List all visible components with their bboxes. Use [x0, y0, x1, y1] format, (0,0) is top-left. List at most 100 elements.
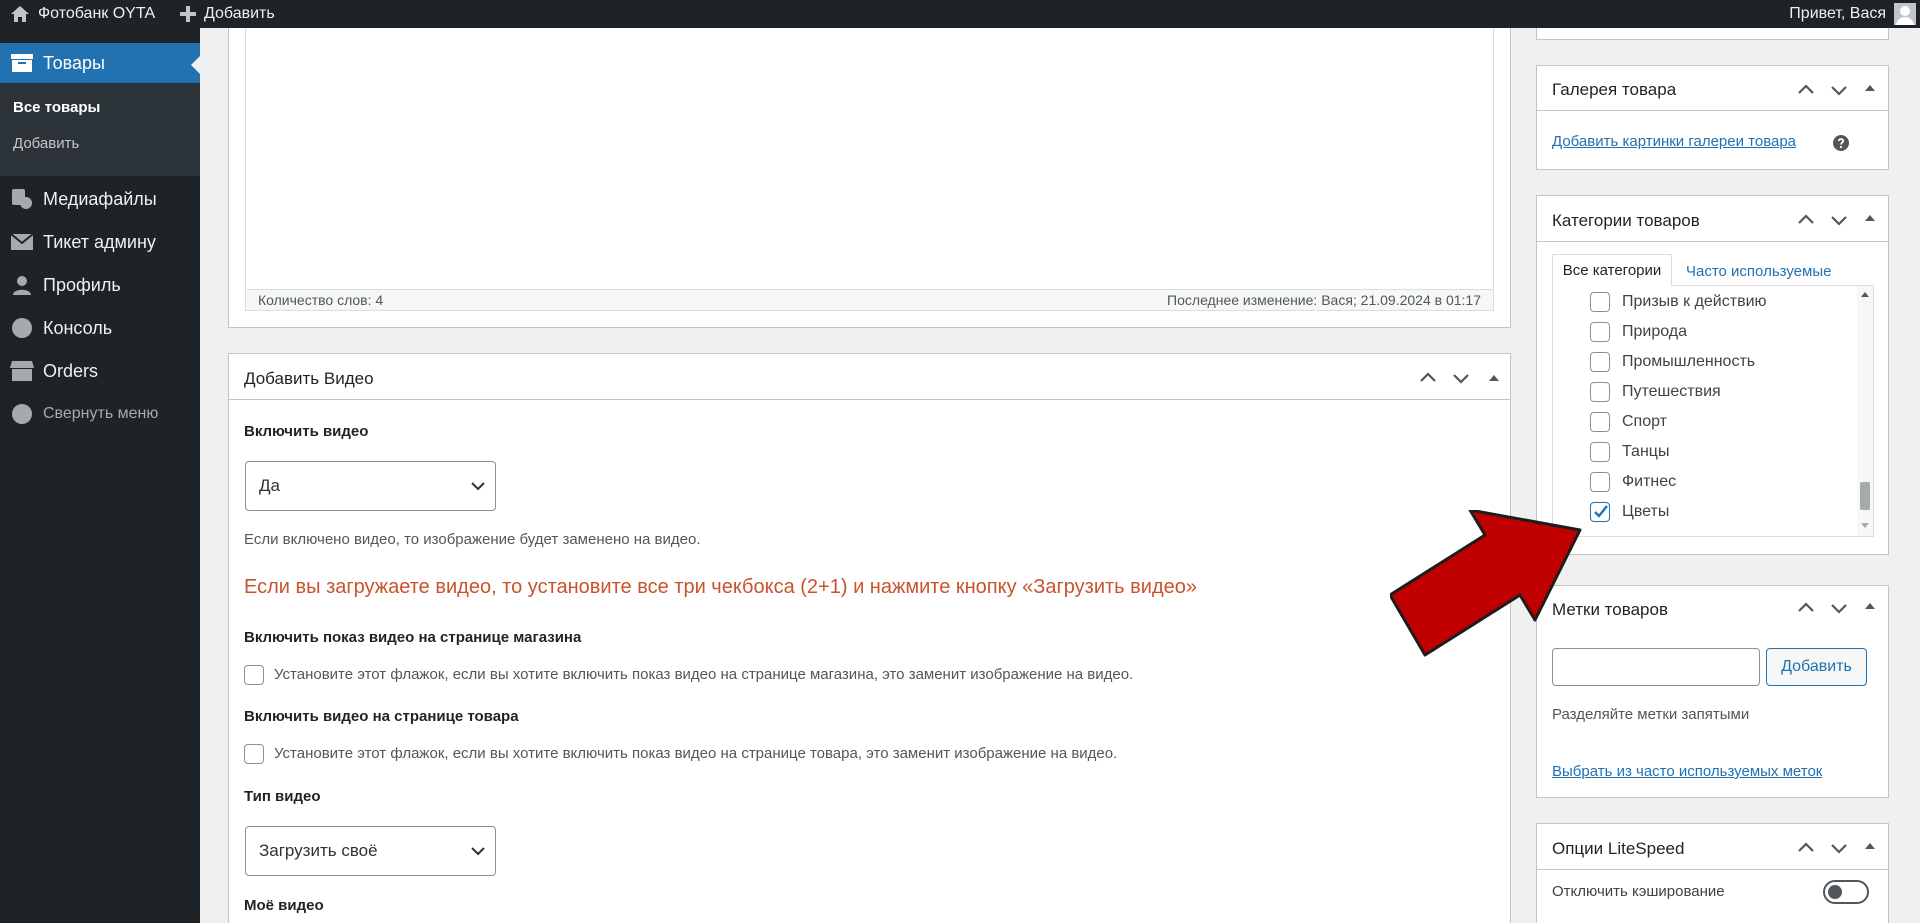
menu-item-products[interactable]: Товары — [0, 43, 201, 83]
category-item[interactable]: Танцы — [1590, 440, 1669, 464]
category-checkbox[interactable] — [1590, 382, 1610, 402]
new-content-label: Добавить — [204, 5, 275, 22]
category-label: Фитнес — [1622, 473, 1677, 490]
move-up-icon[interactable] — [1796, 80, 1816, 100]
category-checkbox[interactable] — [1590, 322, 1610, 342]
add-video-box: Добавить Видео Включить видео Да Если вк… — [228, 353, 1511, 923]
annotation-arrow-icon — [1390, 510, 1582, 657]
move-down-icon[interactable] — [1829, 838, 1849, 858]
archive-icon — [10, 51, 34, 75]
site-name: Фотобанк OYTA — [38, 5, 156, 22]
toggle-panel-icon[interactable] — [1860, 836, 1880, 856]
scroll-up-icon[interactable] — [1860, 290, 1870, 298]
product-video-checkbox[interactable] — [244, 744, 264, 764]
categories-box-title: Категории товаров — [1552, 211, 1700, 230]
move-up-icon[interactable] — [1796, 210, 1816, 230]
litespeed-box-title: Опции LiteSpeed — [1552, 839, 1685, 858]
submenu-add-product[interactable]: Добавить — [13, 135, 79, 152]
category-checkbox[interactable] — [1590, 442, 1610, 462]
category-checkbox[interactable] — [1590, 292, 1610, 312]
enable-video-select[interactable]: Да — [245, 461, 496, 511]
avatar — [1894, 3, 1916, 25]
move-down-icon[interactable] — [1829, 210, 1849, 230]
move-up-icon[interactable] — [1796, 838, 1816, 858]
enable-video-value: Да — [259, 476, 280, 495]
publish-box-remnant — [1536, 28, 1889, 40]
chevron-down-icon — [471, 847, 485, 856]
category-item[interactable]: Фитнес — [1590, 470, 1676, 494]
category-item[interactable]: Призыв к действию — [1590, 290, 1767, 314]
category-checkbox[interactable] — [1590, 352, 1610, 372]
enable-video-help: Если включено видео, то изображение буде… — [244, 531, 701, 548]
menu-item-label: Медиафайлы — [43, 188, 157, 209]
product-video-help: Установите этот флажок, если вы хотите в… — [274, 745, 1118, 762]
add-gallery-images-link[interactable]: Добавить картинки галереи товара — [1552, 133, 1796, 150]
category-label: Спорт — [1622, 413, 1667, 430]
category-checkbox[interactable] — [1590, 502, 1610, 522]
greeting-text: Привет, Вася — [1789, 5, 1886, 22]
category-item[interactable]: Промышленность — [1590, 350, 1755, 374]
gallery-box-title: Галерея товара — [1552, 80, 1677, 99]
category-item[interactable]: Природа — [1590, 320, 1687, 344]
collapse-menu-button[interactable]: Свернуть меню — [0, 396, 200, 432]
tab-popular-categories[interactable]: Часто используемые — [1686, 263, 1831, 280]
editor-area[interactable] — [245, 28, 1494, 290]
collapse-label: Свернуть меню — [43, 405, 159, 422]
toggle-panel-icon[interactable] — [1484, 368, 1504, 388]
menu-item-orders[interactable]: Orders — [0, 353, 200, 389]
video-type-label: Тип видео — [244, 788, 321, 805]
menu-item-label: Orders — [43, 360, 99, 381]
product-video-label: Включить видео на странице товара — [244, 708, 519, 725]
popular-tags-link[interactable]: Выбрать из часто используемых меток — [1552, 763, 1822, 780]
disable-cache-toggle[interactable] — [1823, 880, 1869, 904]
move-down-icon[interactable] — [1829, 80, 1849, 100]
checkmark-icon — [1594, 505, 1608, 518]
word-count: Количество слов: 4 — [258, 292, 384, 308]
scroll-down-icon[interactable] — [1860, 522, 1870, 530]
submenu-all-products[interactable]: Все товары — [13, 99, 100, 116]
menu-item-profile[interactable]: Профиль — [0, 267, 200, 303]
new-content-link[interactable]: Добавить — [180, 0, 275, 28]
category-checkbox[interactable] — [1590, 412, 1610, 432]
move-up-icon[interactable] — [1418, 368, 1438, 388]
toggle-panel-icon[interactable] — [1860, 78, 1880, 98]
category-item[interactable]: Путешествия — [1590, 380, 1721, 404]
category-item[interactable]: Цветы — [1590, 500, 1669, 524]
products-submenu: Все товары Добавить — [0, 83, 200, 176]
help-icon[interactable] — [1833, 135, 1849, 151]
scrollbar[interactable] — [1857, 286, 1873, 536]
video-box-title: Добавить Видео — [244, 369, 374, 388]
header-divider — [1537, 869, 1888, 870]
video-type-value: Загрузить своё — [259, 841, 378, 860]
mail-icon — [10, 230, 34, 254]
toggle-panel-icon[interactable] — [1860, 208, 1880, 228]
add-tag-button[interactable]: Добавить — [1766, 648, 1867, 686]
my-account-link[interactable]: Привет, Вася — [1789, 0, 1916, 28]
shop-video-checkbox[interactable] — [244, 665, 264, 685]
site-name-link[interactable]: Фотобанк OYTA — [10, 0, 155, 28]
move-down-icon[interactable] — [1829, 598, 1849, 618]
video-type-select[interactable]: Загрузить своё — [245, 826, 496, 876]
media-icon — [10, 187, 34, 211]
tab-all-categories[interactable]: Все категории — [1552, 254, 1672, 286]
menu-item-label: Профиль — [43, 274, 121, 295]
tags-hint: Разделяйте метки запятыми — [1552, 706, 1750, 723]
menu-item-label: Консоль — [43, 317, 113, 338]
menu-item-ticket[interactable]: Тикет админу — [0, 224, 200, 260]
toggle-panel-icon[interactable] — [1860, 596, 1880, 616]
menu-item-label: Товары — [43, 52, 105, 73]
scrollbar-thumb[interactable] — [1860, 482, 1870, 510]
menu-item-media[interactable]: Медиафайлы — [0, 181, 200, 217]
admin-sidebar: Товары Все товары Добавить Медиафайлы Ти… — [0, 28, 201, 923]
category-label: Танцы — [1622, 443, 1670, 460]
move-up-icon[interactable] — [1796, 598, 1816, 618]
menu-item-dashboard[interactable]: Консоль — [0, 310, 200, 346]
chevron-down-icon — [471, 482, 485, 491]
move-down-icon[interactable] — [1451, 368, 1471, 388]
category-checkbox[interactable] — [1590, 472, 1610, 492]
upload-notice: Если вы загружаете видео, то установите … — [244, 576, 1197, 598]
store-icon — [10, 359, 34, 383]
last-modified: Последнее изменение: Вася; 21.09.2024 в … — [1167, 292, 1481, 308]
category-item[interactable]: Спорт — [1590, 410, 1667, 434]
home-icon — [11, 6, 29, 22]
